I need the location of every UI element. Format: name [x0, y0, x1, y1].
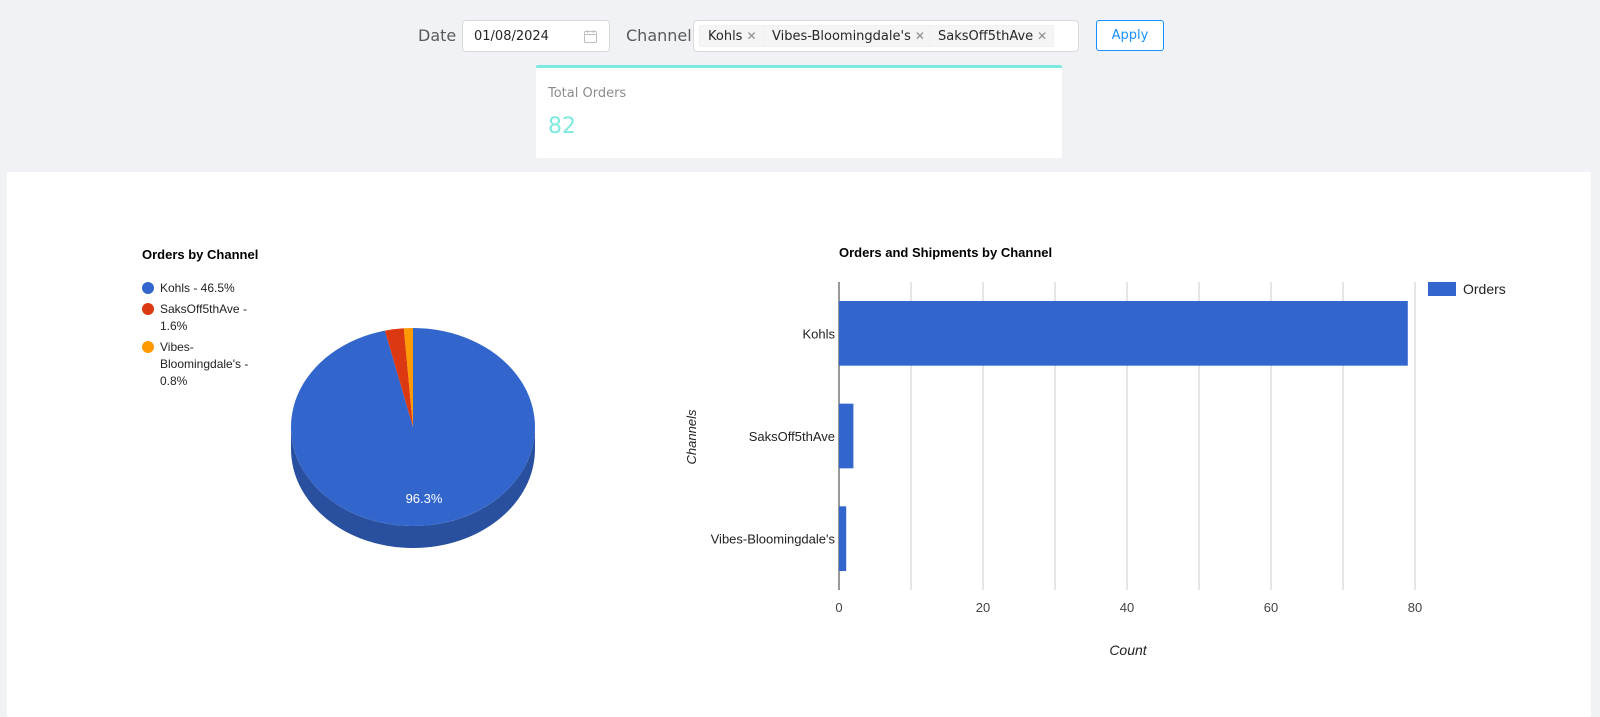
channel-tag: SaksOff5thAve ✕ [929, 25, 1055, 47]
channel-label: Channel [626, 26, 692, 45]
pie-chart-title: Orders by Channel [142, 247, 259, 262]
legend-label: Kohls - 46.5% [160, 281, 235, 295]
channel-tag: Kohls ✕ [699, 25, 764, 47]
close-icon[interactable]: ✕ [746, 29, 756, 43]
channel-select[interactable]: Kohls ✕ Vibes-Bloomingdale's ✕ SaksOff5thA… [693, 20, 1079, 52]
channel-tag-label: SaksOff5thAve [938, 29, 1034, 44]
close-icon[interactable]: ✕ [915, 29, 925, 43]
apply-button[interactable]: Apply [1096, 20, 1164, 51]
bar-chart-title: Orders and Shipments by Channel [839, 245, 1053, 260]
legend-dot [142, 303, 154, 315]
calendar-icon[interactable] [584, 30, 597, 48]
date-picker[interactable]: 01/08/2024 [462, 20, 610, 52]
stat-value: 82 [548, 114, 576, 139]
bar-legend-swatch [1428, 282, 1456, 296]
legend-dot [142, 282, 154, 294]
channel-tag-label: Vibes-Bloomingdale's [772, 29, 911, 44]
date-label: Date [418, 26, 457, 45]
channel-tag: Vibes-Bloomingdale's ✕ [763, 25, 932, 47]
stat-title: Total Orders [548, 86, 627, 101]
legend-label: Vibes-Bloomingdale's - 0.8% [160, 340, 249, 388]
bar-legend-label[interactable]: Orders [1463, 281, 1506, 297]
close-icon[interactable]: ✕ [1037, 29, 1047, 43]
legend-label: SaksOff5thAve - 1.6% [160, 302, 247, 333]
channel-tag-label: Kohls [708, 29, 743, 44]
total-orders-card: Total Orders 82 [536, 65, 1062, 158]
date-value[interactable]: 01/08/2024 [474, 29, 549, 44]
legend-dot [142, 341, 154, 353]
